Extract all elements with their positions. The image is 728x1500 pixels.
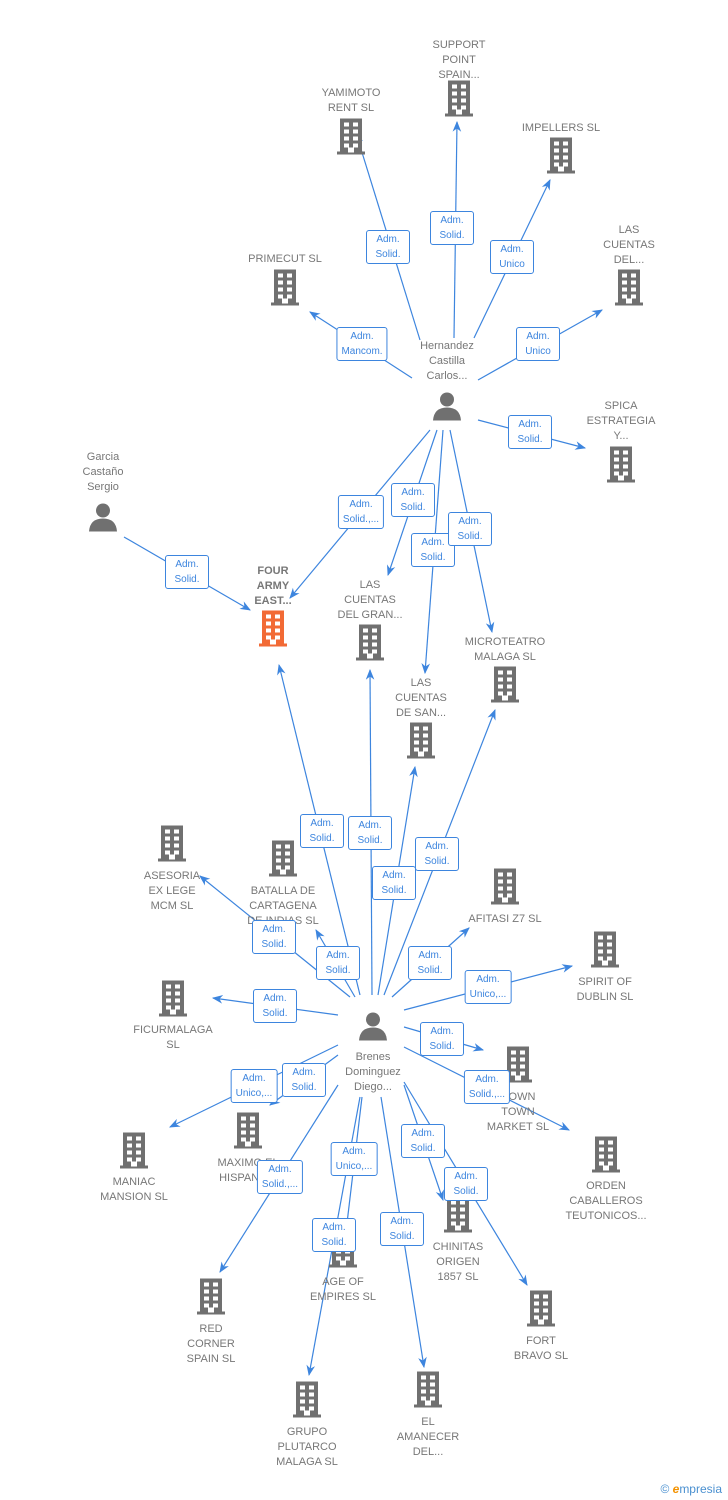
role-label[interactable]: Adm. Solid. <box>312 1218 356 1252</box>
building-icon[interactable] <box>614 269 644 311</box>
role-label[interactable]: Adm. Solid. <box>165 555 209 589</box>
node-label[interactable]: SUPPORT POINT SPAIN... <box>399 38 519 83</box>
building-icon[interactable] <box>355 624 385 666</box>
building-icon[interactable] <box>270 269 300 311</box>
building-icon[interactable] <box>413 1371 443 1413</box>
building-icon[interactable] <box>490 666 520 708</box>
node-label[interactable]: Hernandez Castilla Carlos... <box>387 339 507 384</box>
role-label[interactable]: Adm. Solid. <box>430 211 474 245</box>
node-label[interactable]: FICURMALAGA SL <box>113 1023 233 1053</box>
building-icon[interactable] <box>336 118 366 160</box>
building-icon[interactable] <box>292 1381 322 1423</box>
building-icon[interactable] <box>158 980 188 1022</box>
role-label[interactable]: Adm. Solid. <box>401 1124 445 1158</box>
brand-name: mpresia <box>679 1482 722 1496</box>
role-label[interactable]: Adm. Solid.,... <box>463 1070 511 1104</box>
node-label[interactable]: LAS CUENTAS DEL GRAN... <box>310 578 430 623</box>
node-label[interactable]: PRIMECUT SL <box>225 252 345 267</box>
node-label[interactable]: YAMIMOTO RENT SL <box>291 86 411 116</box>
building-icon[interactable] <box>444 80 474 122</box>
role-label[interactable]: Adm. Solid. <box>391 483 435 517</box>
node-label[interactable]: IMPELLERS SL <box>501 121 621 136</box>
building-icon[interactable] <box>258 610 288 652</box>
node-label[interactable]: GRUPO PLUTARCO MALAGA SL <box>247 1425 367 1470</box>
node-label[interactable]: MICROTEATRO MALAGA SL <box>445 635 565 665</box>
role-label[interactable]: Adm. Solid. <box>420 1022 464 1056</box>
role-label[interactable]: Adm. Solid. <box>253 989 297 1023</box>
building-icon[interactable] <box>157 825 187 867</box>
node-label[interactable]: LAS CUENTAS DE SAN... <box>361 676 481 721</box>
node-label[interactable]: ASESORIA EX LEGE MCM SL <box>112 869 232 914</box>
node-label[interactable]: AGE OF EMPIRES SL <box>283 1275 403 1305</box>
building-icon[interactable] <box>443 1196 473 1238</box>
building-icon[interactable] <box>490 868 520 910</box>
building-icon[interactable] <box>119 1132 149 1174</box>
node-label[interactable]: EL AMANECER DEL... <box>368 1415 488 1460</box>
node-label[interactable]: SPIRIT OF DUBLIN SL <box>545 975 665 1005</box>
node-label[interactable]: MANIAC MANSION SL <box>74 1175 194 1205</box>
node-label[interactable]: LAS CUENTAS DEL... <box>569 223 689 268</box>
building-icon[interactable] <box>590 931 620 973</box>
node-label[interactable]: Brenes Dominguez Diego... <box>313 1050 433 1095</box>
node-label[interactable]: FORT BRAVO SL <box>481 1334 601 1364</box>
node-label[interactable]: ORDEN CABALLEROS TEUTONICOS... <box>546 1179 666 1224</box>
building-icon[interactable] <box>526 1290 556 1332</box>
building-icon[interactable] <box>268 840 298 882</box>
role-label[interactable]: Adm. Solid. <box>316 946 360 980</box>
node-label[interactable]: AFITASI Z7 SL <box>445 912 565 927</box>
role-label[interactable]: Adm. Unico,... <box>230 1069 278 1103</box>
role-label[interactable]: Adm. Solid. <box>348 816 392 850</box>
role-label[interactable]: Adm. Solid. <box>408 946 452 980</box>
node-label[interactable]: SPICA ESTRATEGIA Y... <box>561 399 681 444</box>
building-icon[interactable] <box>233 1112 263 1154</box>
role-label[interactable]: Adm. Solid. <box>252 920 296 954</box>
node-label[interactable]: Garcia Castaño Sergio <box>43 450 163 495</box>
building-icon[interactable] <box>546 137 576 179</box>
role-label[interactable]: Adm. Solid. <box>380 1212 424 1246</box>
role-label[interactable]: Adm. Mancom. <box>336 327 388 361</box>
role-label[interactable]: Adm. Solid. <box>448 512 492 546</box>
node-label[interactable]: CHINITAS ORIGEN 1857 SL <box>398 1240 518 1285</box>
role-label[interactable]: Adm. Solid.,... <box>337 495 385 529</box>
role-label[interactable]: Adm. Solid. <box>444 1167 488 1201</box>
building-icon[interactable] <box>591 1136 621 1178</box>
role-label[interactable]: Adm. Unico,... <box>330 1142 378 1176</box>
role-label[interactable]: Adm. Solid. <box>366 230 410 264</box>
role-label[interactable]: Adm. Solid. <box>508 415 552 449</box>
building-icon[interactable] <box>606 446 636 488</box>
role-label[interactable]: Adm. Unico <box>516 327 560 361</box>
role-label[interactable]: Adm. Solid. <box>300 814 344 848</box>
role-label[interactable]: Adm. Solid.,... <box>256 1160 304 1194</box>
empresia-logo[interactable]: © empresia <box>660 1482 722 1496</box>
building-icon[interactable] <box>406 722 436 764</box>
building-icon[interactable] <box>196 1278 226 1320</box>
role-label[interactable]: Adm. Solid. <box>372 866 416 900</box>
node-label[interactable]: RED CORNER SPAIN SL <box>151 1322 271 1367</box>
role-label[interactable]: Adm. Unico,... <box>464 970 512 1004</box>
copyright-symbol: © <box>660 1482 670 1496</box>
person-icon[interactable] <box>88 502 118 537</box>
person-icon[interactable] <box>432 391 462 426</box>
role-label[interactable]: Adm. Solid. <box>415 837 459 871</box>
role-label[interactable]: Adm. Unico <box>490 240 534 274</box>
role-label[interactable]: Adm. Solid. <box>282 1063 326 1097</box>
person-icon[interactable] <box>358 1011 388 1046</box>
